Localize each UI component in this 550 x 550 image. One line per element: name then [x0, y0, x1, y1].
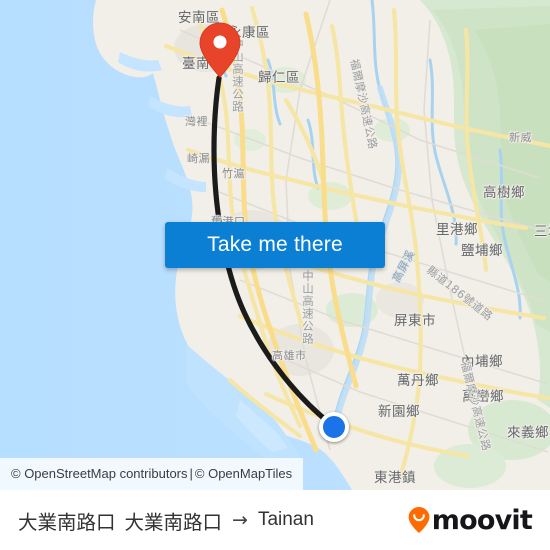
map-attribution: © OpenStreetMap contributors | © OpenMapTi…	[0, 458, 304, 490]
route-origin-line: 大業南路口	[18, 510, 116, 534]
moovit-wordmark: moovit	[431, 504, 533, 536]
route-destination: Tainan	[257, 509, 314, 530]
arrow-right-icon: →	[232, 509, 248, 531]
take-me-there-button[interactable]: Take me there	[165, 222, 385, 268]
map-canvas[interactable]: 安南區永康區臺南市歸仁區新威灣裡崎漏竹滬舊港口高樹鄉里港鄉鹽埔鄉屏東市高雄市內埔…	[0, 0, 550, 490]
map-pin-icon[interactable]	[199, 22, 241, 78]
route-origin-stop: 大業南路口	[124, 510, 223, 534]
attribution-osm[interactable]: © OpenStreetMap contributors	[11, 466, 188, 481]
route-summary: 大業南路口 大業南路口 → Tainan	[18, 506, 314, 535]
attribution-separator: |	[189, 466, 193, 481]
moovit-pin-icon	[408, 506, 430, 534]
moovit-logo[interactable]: moovit	[408, 504, 533, 536]
footer-bar: 大業南路口 大業南路口 → Tainan moovit	[0, 490, 550, 550]
attribution-tiles[interactable]: © OpenMapTiles	[195, 466, 292, 481]
location-dot-icon[interactable]	[319, 412, 349, 442]
moovit-map-page: 安南區永康區臺南市歸仁區新威灣裡崎漏竹滬舊港口高樹鄉里港鄉鹽埔鄉屏東市高雄市內埔…	[0, 0, 550, 550]
